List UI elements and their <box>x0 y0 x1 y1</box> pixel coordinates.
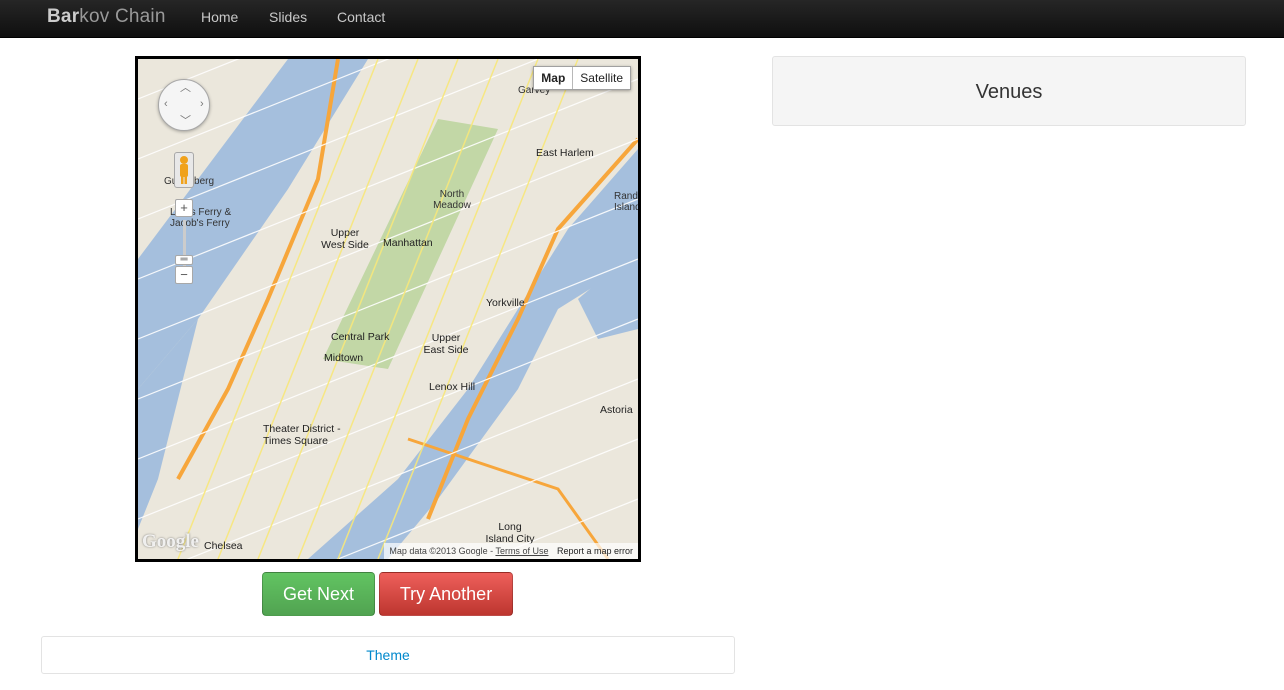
map-label: Central Park <box>331 331 390 343</box>
map-label: Midtown <box>324 352 364 364</box>
zoom-in-button[interactable]: + <box>175 199 193 217</box>
venues-title: Venues <box>975 81 1043 103</box>
try-another-button[interactable]: Try Another <box>379 572 513 616</box>
map[interactable]: Garvey East Harlem North Meadow Manhatta… <box>135 56 641 562</box>
theme-link[interactable]: Theme <box>366 647 410 663</box>
pan-control[interactable]: ︿ ﹀ ‹ › <box>158 79 210 131</box>
map-label: Lenox Hill <box>429 381 476 393</box>
report-error-link[interactable]: Report a map error <box>557 546 633 556</box>
nav-link-slides[interactable]: Slides <box>269 9 307 25</box>
map-label: Upper West Side <box>321 227 369 251</box>
map-type-control: Map Satellite <box>533 66 631 90</box>
map-label: North Meadow <box>433 189 471 211</box>
map-tiles <box>138 59 638 559</box>
google-logo: Google <box>142 531 199 552</box>
map-label: Long Island City <box>485 521 535 545</box>
pan-up-icon[interactable]: ︿ <box>180 83 191 94</box>
map-label: Upper East Side <box>423 332 469 356</box>
pan-right-icon[interactable]: › <box>200 99 204 110</box>
map-type-satellite[interactable]: Satellite <box>573 67 630 89</box>
nav-link-contact[interactable]: Contact <box>337 9 385 25</box>
map-label: Theater District - Times Square <box>263 423 341 447</box>
pan-down-icon[interactable]: ﹀ <box>180 116 191 127</box>
map-label: Yorkville <box>486 297 525 309</box>
zoom-out-button[interactable]: − <box>175 266 193 284</box>
map-attribution: Map data ©2013 Google - Terms of Use Rep… <box>384 543 638 559</box>
map-label: Chelsea <box>204 540 243 552</box>
zoom-slider-handle[interactable]: ═ <box>175 255 193 265</box>
theme-panel: Theme <box>41 636 735 674</box>
pan-left-icon[interactable]: ‹ <box>164 99 168 110</box>
brand[interactable]: Barkov Chain <box>47 6 166 28</box>
map-label: Astoria <box>600 404 633 416</box>
map-type-map[interactable]: Map <box>534 67 574 89</box>
street-view-pegman[interactable] <box>174 152 194 188</box>
nav-link-home[interactable]: Home <box>201 9 238 25</box>
terms-link[interactable]: Terms of Use <box>495 546 548 556</box>
map-label: Randall's Island <box>614 191 638 213</box>
get-next-button[interactable]: Get Next <box>262 572 375 616</box>
map-label: East Harlem <box>536 147 594 159</box>
venues-panel: Venues <box>772 56 1246 126</box>
pegman-icon <box>180 156 188 184</box>
map-label: Manhattan <box>383 237 433 249</box>
navbar: Barkov Chain Home Slides Contact <box>0 0 1284 38</box>
